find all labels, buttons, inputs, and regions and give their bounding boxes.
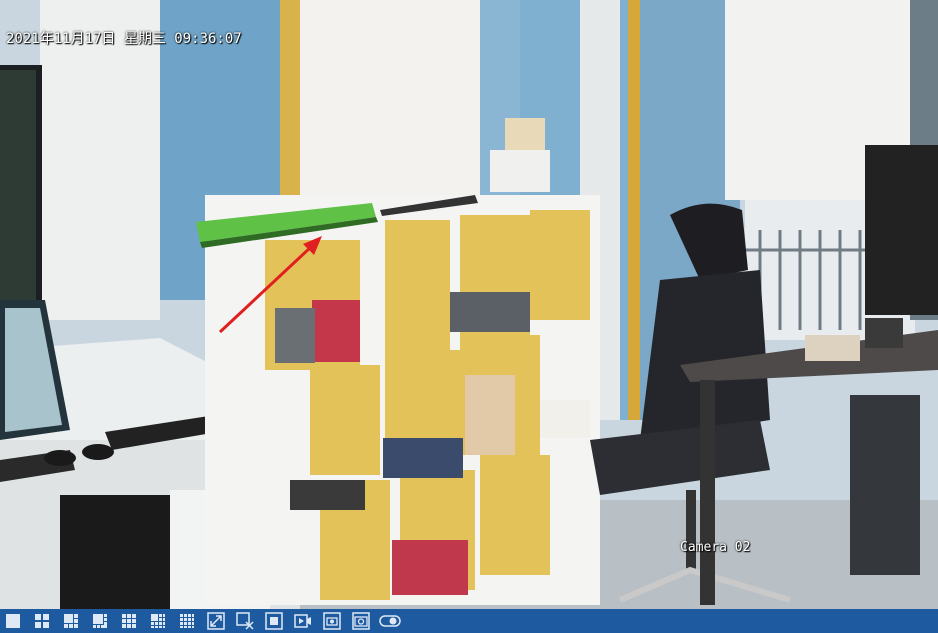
layout-4x4-custom-button[interactable] (147, 611, 169, 631)
playback-button[interactable] (292, 611, 314, 631)
fit-window-button[interactable] (263, 611, 285, 631)
snapshot-all-icon (352, 612, 370, 630)
layout-1x1-icon (6, 614, 20, 628)
layout-4x4-icon (180, 614, 194, 628)
toggle-icon (379, 615, 401, 627)
osd-camera-name: Camera 02 (680, 540, 751, 555)
layout-1-plus-7-button[interactable] (89, 611, 111, 631)
layout-3x3-button[interactable] (118, 611, 140, 631)
camera-scene (0, 0, 938, 609)
snapshot-all-button[interactable] (350, 611, 372, 631)
view-toolbar (0, 609, 938, 633)
layout-2x2-button[interactable] (31, 611, 53, 631)
snapshot-button[interactable] (321, 611, 343, 631)
layout-4x4-custom-icon (151, 614, 165, 628)
fullscreen-button[interactable] (205, 611, 227, 631)
playback-icon (294, 614, 311, 628)
osd-datetime: 2021年11月17日 星期三 09:36:07 (6, 31, 242, 47)
layout-1-plus-7-icon (93, 614, 107, 628)
layout-2x2-icon (35, 614, 49, 628)
layout-3x3-icon (122, 614, 136, 628)
layout-1-plus-5-icon (64, 614, 78, 628)
layout-1-plus-5-button[interactable] (60, 611, 82, 631)
snapshot-icon (323, 612, 341, 630)
layout-1x1-button[interactable] (2, 611, 24, 631)
fit-window-icon (265, 612, 283, 630)
fullscreen-icon (207, 612, 225, 630)
camera-video-feed[interactable]: 2021年11月17日 星期三 09:36:07 Camera 02 (0, 0, 938, 609)
close-all-icon (236, 612, 254, 630)
nvr-live-view: 2021年11月17日 星期三 09:36:07 Camera 02 (0, 0, 938, 633)
close-all-button[interactable] (234, 611, 256, 631)
toggle-button[interactable] (379, 611, 401, 631)
layout-4x4-button[interactable] (176, 611, 198, 631)
